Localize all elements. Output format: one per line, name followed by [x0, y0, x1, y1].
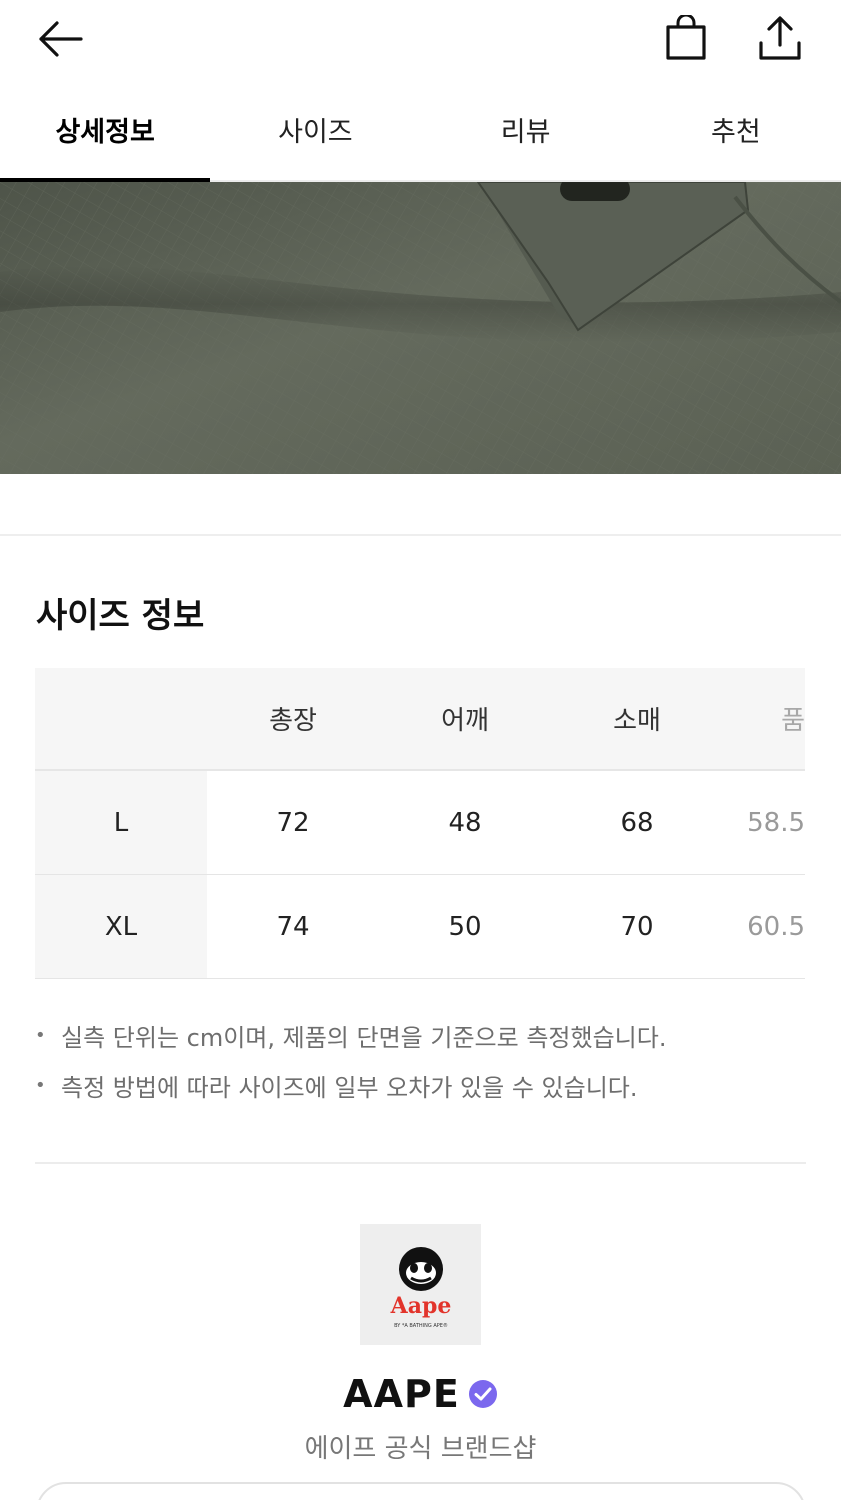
- back-button[interactable]: [30, 14, 90, 64]
- note-item: • 실측 단위는 cm이며, 제품의 단면을 기준으로 측정했습니다.: [35, 1010, 805, 1060]
- table-row: L 72 48 68 58.5: [35, 771, 805, 875]
- table-row: XL 74 50 70 60.5: [35, 875, 805, 979]
- table-cell: 60.5: [747, 911, 805, 942]
- brand-name[interactable]: AAPE: [343, 1372, 460, 1416]
- brand-logo[interactable]: Aape BY *A BATHING APE®: [360, 1224, 481, 1345]
- tab-size[interactable]: 사이즈: [210, 86, 420, 180]
- detail-tabs: 상세정보 사이즈 리뷰 추천: [0, 86, 841, 182]
- column-header: 소매: [613, 706, 661, 736]
- logo-subtext: BY *A BATHING APE®: [394, 1322, 448, 1329]
- column-header: 어깨: [441, 706, 489, 736]
- size-notes: • 실측 단위는 cm이며, 제품의 단면을 기준으로 측정했습니다. • 측정…: [35, 1010, 805, 1110]
- shopping-bag-button[interactable]: [656, 10, 716, 66]
- section-divider: [35, 1162, 806, 1164]
- note-text: 측정 방법에 따라 사이즈에 일부 오차가 있을 수 있습니다.: [61, 1073, 638, 1102]
- tab-recommendations[interactable]: 추천: [631, 86, 841, 180]
- size-label: L: [35, 771, 207, 874]
- section-divider: [0, 534, 841, 536]
- brand-shop-button[interactable]: [36, 1482, 806, 1500]
- top-bar: [0, 0, 841, 80]
- logo-text: Aape: [389, 1293, 451, 1319]
- brand-subtitle: 에이프 공식 브랜드샵: [304, 1434, 537, 1464]
- table-cell: 68: [620, 807, 654, 838]
- column-header: 품: [781, 706, 805, 736]
- tab-details[interactable]: 상세정보: [0, 86, 211, 182]
- table-cell: 70: [620, 911, 654, 942]
- fabric-closeup-image: [0, 182, 841, 474]
- shopping-bag-icon: [666, 15, 706, 60]
- product-detail-image: [0, 182, 841, 474]
- size-info-title: 사이즈 정보: [36, 596, 205, 636]
- arrow-left-icon: [39, 21, 83, 57]
- verified-check-icon: [468, 1380, 497, 1408]
- note-text: 실측 단위는 cm이며, 제품의 단면을 기준으로 측정했습니다.: [61, 1023, 667, 1052]
- table-cell: 72: [276, 807, 310, 838]
- size-table: 총장 어깨 소매 품 L 72 48 68 58.5 XL 74 50 70 6…: [35, 668, 805, 979]
- bullet-icon: •: [35, 1024, 46, 1046]
- tab-reviews[interactable]: 리뷰: [421, 86, 631, 180]
- share-button[interactable]: [750, 10, 810, 66]
- size-label: XL: [35, 875, 207, 978]
- table-cell: 58.5: [747, 807, 805, 838]
- aape-logo-icon: Aape BY *A BATHING APE®: [389, 1246, 451, 1329]
- table-cell: 50: [448, 911, 482, 942]
- size-header-empty: [35, 668, 207, 769]
- size-table-header: 총장 어깨 소매 품: [35, 668, 805, 771]
- brand-name-row: AAPE: [0, 1372, 841, 1416]
- bullet-icon: •: [35, 1074, 46, 1096]
- note-item: • 측정 방법에 따라 사이즈에 일부 오차가 있을 수 있습니다.: [35, 1060, 805, 1110]
- table-cell: 48: [448, 807, 482, 838]
- column-header: 총장: [269, 706, 317, 736]
- share-upload-icon: [759, 16, 801, 60]
- table-cell: 74: [276, 911, 310, 942]
